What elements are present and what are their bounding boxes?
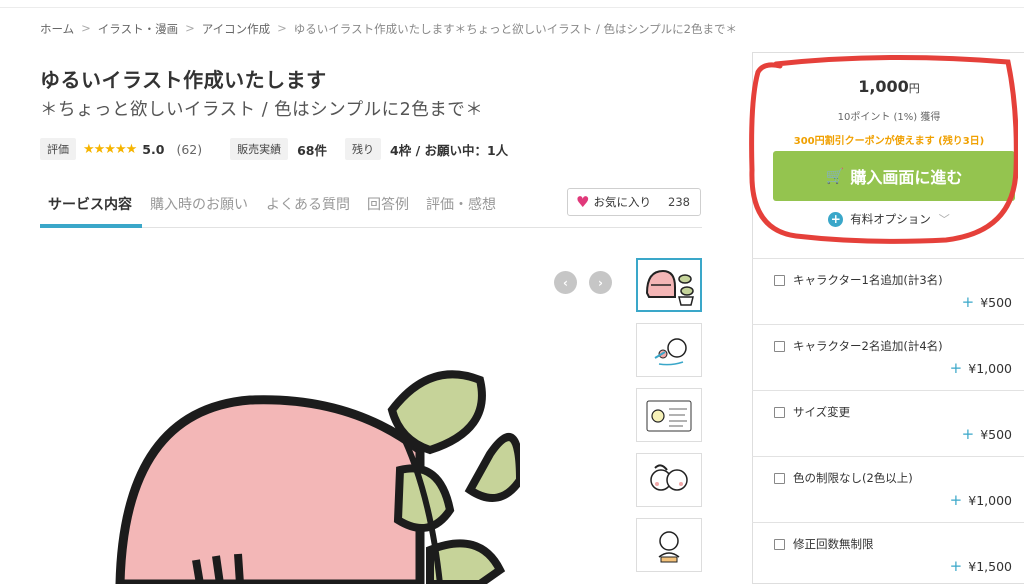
option-price: + ¥500: [962, 425, 1012, 443]
rating-count[interactable]: (62): [176, 142, 202, 157]
option-checkbox[interactable]: [774, 407, 785, 418]
star-rating-icon: ★★★★★: [83, 141, 137, 157]
thumbnail-2[interactable]: [636, 323, 702, 377]
remaining-value: 4枠 / お願い中：1人: [390, 142, 509, 158]
option-price-value: ¥500: [980, 427, 1012, 442]
plus-icon: +: [961, 293, 975, 311]
thumbnail-1[interactable]: [636, 258, 702, 312]
option-checkbox[interactable]: [774, 473, 785, 484]
thumbnail-5[interactable]: [636, 518, 702, 572]
plus-icon: +: [949, 491, 963, 509]
breadcrumb-separator: >: [81, 21, 91, 35]
tab-purchase-requests[interactable]: 購入時のお願い: [150, 194, 248, 214]
heart-icon: ♥: [576, 193, 590, 211]
option-checkbox[interactable]: [774, 539, 785, 550]
chevron-left-icon[interactable]: ‹: [554, 271, 577, 294]
option-item[interactable]: サイズ変更 + ¥500: [752, 390, 1024, 456]
option-price: + ¥1,000: [950, 359, 1012, 377]
option-price: + ¥1,000: [950, 491, 1012, 509]
rating-value: 5.0: [142, 141, 165, 157]
option-label: 色の制限なし(2色以上): [793, 471, 913, 485]
tab-sample-answers[interactable]: 回答例: [367, 194, 409, 214]
option-label: 修正回数無制限: [793, 537, 874, 551]
breadcrumb-current: ゆるいイラスト作成いたします＊ちょっと欲しいイラスト / 色はシンプルに2色まで…: [293, 22, 737, 36]
breadcrumb-illustration[interactable]: イラスト・漫画: [98, 21, 178, 37]
option-item[interactable]: キャラクター2名追加(計4名) + ¥1,000: [752, 324, 1024, 390]
option-item[interactable]: 色の制限なし(2色以上) + ¥1,000: [752, 456, 1024, 522]
top-border: [0, 0, 1024, 8]
active-tab-indicator: [40, 224, 142, 228]
plus-icon: +: [949, 557, 963, 575]
service-meta: 評価 ★★★★★ 5.0 (62) 販売実績 68件 残り 4枠 / お願い中：…: [40, 138, 508, 160]
option-price-value: ¥500: [980, 295, 1012, 310]
breadcrumb-icon-creation[interactable]: アイコン作成: [202, 21, 270, 37]
chevron-right-icon[interactable]: ›: [589, 271, 612, 294]
thumbnail-list: [636, 258, 702, 583]
option-price-value: ¥1,000: [968, 361, 1012, 376]
tab-reviews[interactable]: 評価・感想: [426, 194, 496, 214]
service-tabs: サービス内容 購入時のお願い よくある質問 回答例 評価・感想 ♥ お気に入り …: [40, 188, 702, 228]
option-label: サイズ変更: [793, 405, 851, 419]
plus-icon: +: [949, 359, 963, 377]
paid-options-list: キャラクター1名追加(計3名) + ¥500 キャラクター2名追加(計4名) + ¥…: [752, 258, 1024, 584]
red-highlight-annotation: [749, 54, 1018, 244]
option-checkbox[interactable]: [774, 275, 785, 286]
breadcrumb: ホーム > イラスト・漫画 > アイコン作成 > ゆるいイラスト作成いたします＊…: [40, 21, 737, 37]
option-item[interactable]: キャラクター1名追加(計3名) + ¥500: [752, 258, 1024, 324]
remaining-label: 残り: [345, 138, 382, 160]
option-price: + ¥1,500: [950, 557, 1012, 575]
page-subtitle: ＊ちょっと欲しいイラスト / 色はシンプルに2色まで＊: [40, 100, 484, 120]
sales-value: 68件: [297, 142, 328, 158]
option-price-value: ¥1,500: [968, 559, 1012, 574]
rating-label: 評価: [40, 138, 76, 160]
page-title: ゆるいイラスト作成いたします: [40, 68, 327, 92]
breadcrumb-separator: >: [277, 21, 287, 35]
breadcrumb-separator: >: [185, 21, 195, 35]
thumbnail-3[interactable]: [636, 388, 702, 442]
thumbnail-4[interactable]: [636, 453, 702, 507]
option-item[interactable]: 修正回数無制限 + ¥1,500: [752, 522, 1024, 584]
tab-faq[interactable]: よくある質問: [266, 194, 350, 214]
favorite-count: 238: [668, 195, 690, 209]
option-label: キャラクター1名追加(計3名): [793, 273, 943, 287]
sales-label: 販売実績: [230, 138, 289, 160]
option-price-value: ¥1,000: [968, 493, 1012, 508]
main-illustration: [115, 370, 520, 584]
breadcrumb-home[interactable]: ホーム: [40, 21, 74, 37]
favorite-label: お気に入り: [593, 195, 651, 209]
option-checkbox[interactable]: [774, 341, 785, 352]
tab-service-details[interactable]: サービス内容: [48, 194, 132, 214]
option-price: + ¥500: [962, 293, 1012, 311]
favorite-button[interactable]: ♥ お気に入り 238: [567, 188, 701, 216]
option-label: キャラクター2名追加(計4名): [793, 339, 943, 353]
plus-icon: +: [961, 425, 975, 443]
